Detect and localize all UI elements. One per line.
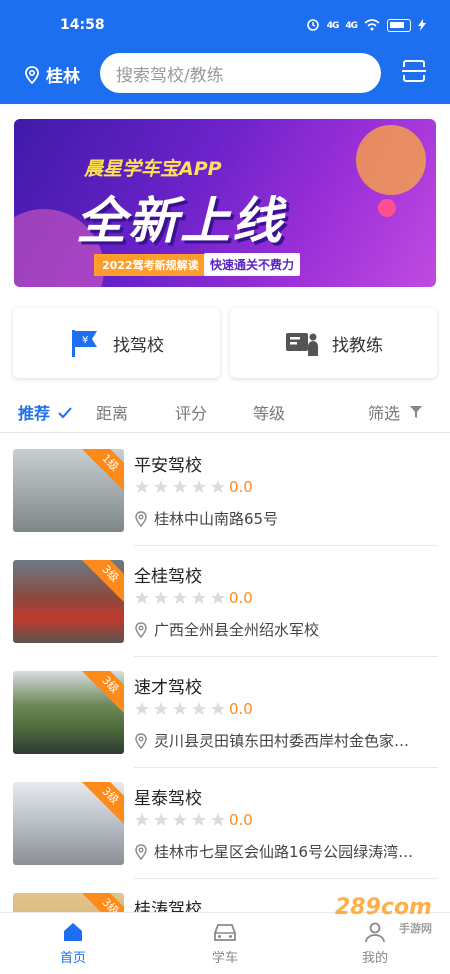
location-pin-icon [135, 621, 147, 638]
school-address: 桂林中山南路65号 [134, 508, 439, 529]
divider [0, 432, 450, 433]
grade-badge: 3级 [80, 560, 124, 604]
school-name: 星泰驾校 [134, 789, 202, 809]
wifi-icon [364, 16, 380, 35]
car-icon [214, 924, 236, 941]
school-list: 1级 平安驾校 0.0 桂林中山南路65号 3级 全桂驾校 0.0 广西全州县全… [0, 435, 450, 974]
signal-icon-2: 4G [345, 20, 358, 31]
tab-recommend[interactable]: 推荐 [18, 400, 72, 424]
rating-score: 0.0 [229, 700, 253, 718]
banner-decoration [356, 125, 426, 195]
find-coach-button[interactable]: 找教练 [230, 308, 437, 378]
find-coach-label: 找教练 [332, 335, 383, 356]
list-item[interactable]: 3级 星泰驾校 0.0 桂林市七星区会仙路16号公园绿涛湾… [0, 768, 450, 879]
alarm-icon [306, 16, 320, 35]
status-time: 14:58 [60, 17, 105, 33]
banner-tag: 2022驾考新规解读 [94, 254, 207, 276]
watermark-brand: 289 [334, 895, 381, 920]
star-rating [134, 701, 226, 717]
watermark-sub: 手游网 [399, 922, 432, 935]
filter-label: 筛选 [368, 404, 401, 423]
address-text: 桂林市七星区会仙路16号公园绿涛湾… [154, 843, 414, 861]
rating-score: 0.0 [229, 811, 253, 829]
location-pin-icon [25, 65, 39, 84]
list-item[interactable]: 3级 速才驾校 0.0 灵川县灵田镇东田村委西岸村金色家… [0, 657, 450, 768]
banner-title: 全新上线 [76, 192, 284, 250]
search-placeholder: 搜索驾校/教练 [116, 65, 224, 86]
school-name: 平安驾校 [134, 456, 202, 476]
site-watermark: 289com 手游网 [335, 895, 432, 936]
top-header: 14:58 4G 4G 桂林 搜索驾校/教练 [0, 0, 450, 104]
nav-learn[interactable]: 学车 [185, 921, 265, 966]
school-photo: 1级 [13, 449, 124, 532]
status-bar: 14:58 4G 4G [0, 0, 450, 46]
filter-icon [410, 406, 423, 418]
find-school-button[interactable]: ¥ 找驾校 [13, 308, 220, 378]
school-photo: 3级 [13, 560, 124, 643]
banner-subtitle: 晨星学车宝APP [84, 158, 222, 180]
address-text: 桂林中山南路65号 [154, 510, 279, 528]
status-icons: 4G 4G [306, 16, 426, 35]
city-selector[interactable]: 桂林 [24, 62, 80, 87]
school-photo: 3级 [13, 671, 124, 754]
address-text: 广西全州县全州绍水军校 [154, 621, 320, 639]
location-pin-icon [135, 843, 147, 860]
battery-icon [387, 19, 411, 32]
svg-text:¥: ¥ [82, 335, 88, 346]
coach-icon [286, 333, 318, 356]
star-icon [135, 702, 225, 715]
star-rating [134, 479, 226, 495]
scan-button[interactable] [402, 60, 426, 86]
school-address: 灵川县灵田镇东田村委西岸村金色家… [134, 730, 439, 751]
school-address: 广西全州县全州绍水军校 [134, 619, 439, 640]
star-icon [135, 591, 225, 604]
list-item[interactable]: 3级 全桂驾校 0.0 广西全州县全州绍水军校 [0, 546, 450, 657]
sort-tabs: 推荐 距离 评分 等级 筛选 [0, 394, 450, 428]
star-icon [135, 480, 225, 493]
tab-distance[interactable]: 距离 [96, 400, 128, 424]
promo-banner[interactable]: 晨星学车宝APP 全新上线 2022驾考新规解读 快速通关不费力 [14, 119, 436, 287]
check-icon [57, 407, 72, 419]
rating-score: 0.0 [229, 589, 253, 607]
watermark-tail: com [380, 895, 432, 920]
star-rating [134, 812, 226, 828]
location-pin-icon [135, 510, 147, 527]
scan-icon [402, 60, 426, 82]
flag-icon: ¥ [72, 330, 97, 357]
star-rating [134, 590, 226, 606]
list-item[interactable]: 1级 平安驾校 0.0 桂林中山南路65号 [0, 435, 450, 546]
location-pin-icon [135, 732, 147, 749]
nav-home[interactable]: 首页 [33, 921, 113, 966]
nav-mine-label: 我的 [361, 951, 388, 966]
school-name: 全桂驾校 [134, 567, 202, 587]
rating-score: 0.0 [229, 478, 253, 496]
school-address: 桂林市七星区会仙路16号公园绿涛湾… [134, 841, 439, 862]
tab-rating[interactable]: 评分 [175, 400, 207, 424]
signal-icon-1: 4G [326, 20, 340, 31]
school-name: 速才驾校 [134, 678, 202, 698]
home-icon [64, 923, 82, 941]
grade-badge: 1级 [80, 449, 124, 493]
city-label: 桂林 [46, 67, 80, 87]
star-icon [135, 813, 225, 826]
search-input[interactable]: 搜索驾校/教练 [100, 53, 381, 93]
address-text: 灵川县灵田镇东田村委西岸村金色家… [154, 732, 410, 750]
school-photo: 3级 [13, 782, 124, 865]
banner-decoration [378, 199, 396, 217]
banner-tag: 快速通关不费力 [204, 253, 301, 276]
tab-level[interactable]: 等级 [253, 400, 285, 424]
find-school-label: 找驾校 [113, 335, 164, 356]
nav-learn-label: 学车 [211, 951, 238, 966]
grade-badge: 3级 [80, 671, 124, 715]
grade-badge: 3级 [80, 782, 124, 826]
tab-recommend-label: 推荐 [18, 404, 51, 423]
charging-icon [418, 16, 426, 35]
filter-button[interactable]: 筛选 [368, 400, 423, 424]
nav-home-label: 首页 [59, 951, 86, 966]
